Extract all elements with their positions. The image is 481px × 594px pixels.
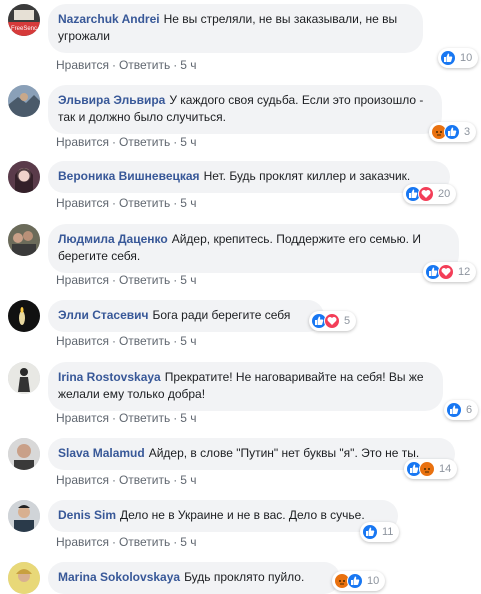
comment-bubble: Эльвира Эльвира У каждого своя судьба. Ес… xyxy=(48,85,442,134)
author-name[interactable]: Эльвира Эльвира xyxy=(58,93,165,107)
comment-bubble: Вероника Вишневецкая Нет. Будь проклят ки… xyxy=(48,161,450,193)
timestamp[interactable]: 5 ч xyxy=(180,473,196,487)
reaction-count: 14 xyxy=(439,463,452,475)
reaction-count: 20 xyxy=(438,188,451,200)
like-link[interactable]: Нравится xyxy=(56,196,109,210)
timestamp[interactable]: 5 ч xyxy=(180,535,196,549)
comment-bubble: Slava Malamud Айдер, в слове "Путин" нет … xyxy=(48,438,455,470)
avatar[interactable] xyxy=(8,85,40,117)
reaction-count: 11 xyxy=(382,526,394,538)
avatar[interactable] xyxy=(8,500,40,532)
love-reaction-icon xyxy=(324,313,340,329)
reaction-count: 6 xyxy=(466,404,473,416)
reply-link[interactable]: Ответить xyxy=(119,411,170,425)
comment-bubble: Irina Rostovskaya Прекратите! Не наговари… xyxy=(48,362,443,411)
svg-text:FreeSenc: FreeSenc xyxy=(11,26,37,32)
comment-text: Будь проклято пуйло. xyxy=(184,570,305,584)
reply-link[interactable]: Ответить xyxy=(119,273,170,287)
comment-actions: Нравится · Ответить · 5 ч xyxy=(56,196,197,210)
comment-actions: Нравится · Ответить · 5 ч xyxy=(56,473,197,487)
reaction-count: 10 xyxy=(367,575,380,587)
avatar[interactable] xyxy=(8,300,40,332)
author-name[interactable]: Marina Sokolovskaya xyxy=(58,570,180,584)
timestamp[interactable]: 5 ч xyxy=(180,196,196,210)
love-reaction-icon xyxy=(418,186,434,202)
like-link[interactable]: Нравится xyxy=(56,411,109,425)
timestamp[interactable]: 5 ч xyxy=(180,273,196,287)
like-link[interactable]: Нравится xyxy=(56,58,109,72)
reactions-summary[interactable]: 3 xyxy=(429,122,477,142)
like-reaction-icon xyxy=(362,524,378,540)
avatar[interactable]: FreeSenc xyxy=(8,4,40,36)
avatar[interactable] xyxy=(8,438,40,470)
comment-bubble: Элли Стасевич Бога ради берегите себя xyxy=(48,300,324,332)
comment-bubble: Denis Sim Дело не в Украине и не в вас. Д… xyxy=(48,500,398,532)
comment-actions: Нравится · Ответить · 5 ч xyxy=(56,334,197,348)
comment-bubble: Людмила Даценко Айдер, крепитесь. Поддерж… xyxy=(48,224,459,273)
like-link[interactable]: Нравится xyxy=(56,535,109,549)
comment-actions: Нравится · Ответить · 5 ч xyxy=(56,273,197,287)
reaction-count: 3 xyxy=(464,126,471,138)
author-name[interactable]: Irina Rostovskaya xyxy=(58,370,161,384)
comment-text: Бога ради берегите себя xyxy=(152,308,291,322)
love-reaction-icon xyxy=(438,264,454,280)
reactions-summary[interactable]: 11 xyxy=(360,522,400,542)
like-link[interactable]: Нравится xyxy=(56,473,109,487)
reactions-summary[interactable]: 14 xyxy=(404,459,458,479)
like-reaction-icon xyxy=(440,50,456,66)
reactions-summary[interactable]: 10 xyxy=(332,571,386,591)
reply-link[interactable]: Ответить xyxy=(119,58,170,72)
author-name[interactable]: Элли Стасевич xyxy=(58,308,148,322)
reply-link[interactable]: Ответить xyxy=(119,135,170,149)
reply-link[interactable]: Ответить xyxy=(119,535,170,549)
timestamp[interactable]: 5 ч xyxy=(180,135,196,149)
author-name[interactable]: Людмила Даценко xyxy=(58,232,168,246)
reaction-count: 12 xyxy=(458,266,471,278)
reactions-summary[interactable]: 20 xyxy=(403,184,457,204)
like-reaction-icon xyxy=(444,124,460,140)
author-name[interactable]: Nazarchuk Andrei xyxy=(58,12,160,26)
like-reaction-icon xyxy=(347,573,363,589)
like-link[interactable]: Нравится xyxy=(56,334,109,348)
reactions-summary[interactable]: 6 xyxy=(444,400,479,420)
reactions-summary[interactable]: 5 xyxy=(309,311,357,331)
angry-reaction-icon xyxy=(419,461,435,477)
comment-bubble: Nazarchuk Andrei Не вы стреляли, не вы за… xyxy=(48,4,423,53)
comment-actions: Нравится · Ответить · 5 ч xyxy=(56,135,197,149)
author-name[interactable]: Slava Malamud xyxy=(58,446,145,460)
avatar[interactable] xyxy=(8,362,40,394)
comment-text: Айдер, в слове "Путин" нет буквы "я". Эт… xyxy=(148,446,420,460)
timestamp[interactable]: 5 ч xyxy=(180,58,196,72)
comment-actions: Нравится · Ответить · 5 ч xyxy=(56,58,197,72)
reactions-summary[interactable]: 12 xyxy=(423,262,477,282)
reaction-count: 10 xyxy=(460,52,473,64)
reaction-count: 5 xyxy=(344,315,351,327)
avatar[interactable] xyxy=(8,161,40,193)
timestamp[interactable]: 5 ч xyxy=(180,334,196,348)
reactions-summary[interactable]: 10 xyxy=(438,48,479,68)
comment-actions: Нравится · Ответить · 5 ч xyxy=(56,411,197,425)
like-link[interactable]: Нравится xyxy=(56,273,109,287)
timestamp[interactable]: 5 ч xyxy=(180,411,196,425)
reply-link[interactable]: Ответить xyxy=(119,196,170,210)
comment-text: Нет. Будь проклят киллер и заказчик. xyxy=(203,169,411,183)
author-name[interactable]: Denis Sim xyxy=(58,508,116,522)
like-link[interactable]: Нравится xyxy=(56,135,109,149)
reply-link[interactable]: Ответить xyxy=(119,334,170,348)
author-name[interactable]: Вероника Вишневецкая xyxy=(58,169,200,183)
avatar[interactable] xyxy=(8,562,40,594)
comment-actions: Нравится · Ответить · 5 ч xyxy=(56,535,197,549)
comment-bubble: Marina Sokolovskaya Будь проклято пуйло. xyxy=(48,562,340,594)
avatar[interactable] xyxy=(8,224,40,256)
reply-link[interactable]: Ответить xyxy=(119,473,170,487)
like-reaction-icon xyxy=(446,402,462,418)
comment-text: Дело не в Украине и не в вас. Дело в суч… xyxy=(120,508,365,522)
